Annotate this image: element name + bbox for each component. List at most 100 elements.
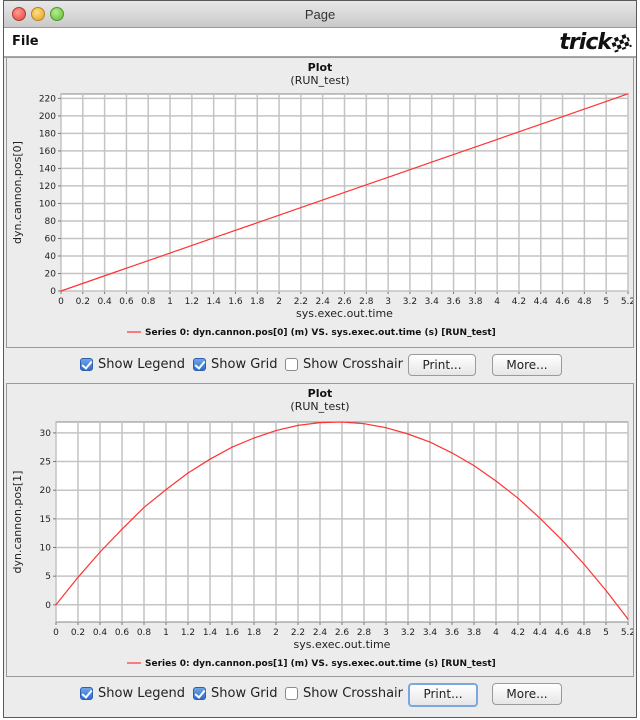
x-tick-label: 2.4 — [313, 628, 328, 638]
data-point — [114, 271, 117, 273]
data-point — [143, 506, 145, 508]
x-tick-label: 4 — [493, 628, 499, 638]
x-tick-label: 2.6 — [335, 628, 350, 638]
x-tick-label: 3.8 — [467, 628, 482, 638]
data-point — [496, 138, 498, 140]
data-point — [60, 290, 62, 292]
x-tick-label: 0.2 — [76, 297, 90, 307]
y-axis-label: dyn.cannon.pos[1] — [11, 471, 24, 574]
x-tick-label: 3.4 — [423, 628, 438, 638]
title-bar: Page — [4, 1, 636, 28]
x-tick-label: 2.8 — [357, 628, 372, 638]
x-tick-label: 1.2 — [181, 628, 195, 638]
x-tick-label: 4.2 — [512, 297, 526, 307]
x-tick-label: 1.4 — [206, 297, 221, 307]
checkbox-icon[interactable] — [285, 358, 298, 371]
window-title: Page — [304, 7, 336, 22]
x-tick-label: 1.8 — [250, 297, 265, 307]
checkbox-icon[interactable] — [193, 358, 206, 371]
data-point — [165, 489, 167, 491]
x-tick-label: 1.6 — [228, 297, 243, 307]
data-point — [332, 195, 335, 197]
trick-logo: trick — [559, 30, 632, 55]
data-point — [627, 93, 629, 95]
data-point — [169, 252, 171, 254]
data-point — [278, 214, 280, 216]
x-tick-label: 3.2 — [401, 628, 415, 638]
checkbox-icon[interactable] — [80, 687, 93, 700]
plot-subtitle: (RUN_test) — [290, 74, 349, 87]
data-point — [121, 528, 123, 530]
x-axis-label: sys.exec.out.time — [294, 638, 391, 651]
checkered-flag-icon — [610, 33, 632, 53]
y-tick-label: 100 — [39, 199, 56, 209]
x-tick-label: 2 — [276, 297, 282, 307]
x-tick-label: 2.2 — [291, 628, 305, 638]
y-tick-label: 15 — [40, 515, 51, 525]
show-grid-label: Show Grid — [211, 357, 278, 372]
data-point — [223, 233, 226, 235]
x-tick-label: 5 — [603, 628, 609, 638]
x-tick-label: 1.8 — [247, 628, 262, 638]
data-point — [583, 563, 585, 565]
x-tick-label: 2.4 — [316, 297, 331, 307]
show-crosshair-checkbox-2[interactable]: Show Crosshair — [285, 686, 403, 701]
plot-panel-1: Plot (RUN_test) 0 0.2 0.4 0.6 0.8 1 1.2 1.4 1.6 1.8… — [6, 57, 634, 348]
x-tick-label: 0.2 — [71, 628, 85, 638]
data-point — [319, 421, 321, 424]
checkbox-icon[interactable] — [193, 687, 206, 700]
data-point — [551, 119, 553, 121]
x-tick-label: 1.4 — [203, 628, 218, 638]
x-tick-label: 2 — [273, 628, 279, 638]
print-button-2[interactable]: Print... — [408, 683, 478, 707]
data-point — [451, 452, 453, 454]
menu-file[interactable]: File — [12, 34, 39, 49]
data-point — [387, 176, 389, 178]
data-point — [187, 472, 189, 474]
checkbox-icon[interactable] — [285, 687, 298, 700]
show-legend-label: Show Legend — [98, 357, 185, 372]
x-tick-label: 3.4 — [425, 297, 440, 307]
x-tick-label: 2.8 — [359, 297, 374, 307]
legend-entry: Series 0: dyn.cannon.pos[1] (m) VS. sys.… — [145, 659, 496, 669]
x-tick-label: 4.6 — [555, 628, 570, 638]
x-tick-label: 4.4 — [534, 297, 549, 307]
data-point — [363, 423, 365, 425]
x-tick-label: 0.8 — [141, 297, 156, 307]
print-button-1[interactable]: Print... — [408, 354, 476, 376]
x-tick-label: 5.2 — [621, 628, 633, 638]
show-grid-checkbox-1[interactable]: Show Grid — [193, 357, 278, 372]
x-tick-label: 5.2 — [621, 297, 633, 307]
x-tick-label: 4 — [494, 297, 500, 307]
app-window: Page File trick Plot (RUN_test) 0 0.2 0.4 0.6… — [3, 0, 637, 718]
more-button-2[interactable]: More... — [492, 683, 562, 705]
x-tick-label: 0.6 — [119, 297, 134, 307]
show-crosshair-checkbox-1[interactable]: Show Crosshair — [285, 357, 403, 372]
y-tick-label: 30 — [40, 429, 52, 439]
show-legend-checkbox-2[interactable]: Show Legend — [80, 686, 185, 701]
plot-1-controls: Show Legend Show Grid Show Crosshair Pri… — [6, 349, 634, 383]
checkbox-icon[interactable] — [80, 358, 93, 371]
y-tick-label: 220 — [39, 94, 56, 104]
x-tick-label: 0 — [58, 297, 64, 307]
data-point — [231, 446, 233, 448]
plot-subtitle: (RUN_test) — [290, 400, 349, 413]
x-tick-label: 2.2 — [294, 297, 308, 307]
x-tick-label: 3.6 — [445, 628, 460, 638]
x-tick-label: 3 — [383, 628, 389, 638]
show-legend-checkbox-1[interactable]: Show Legend — [80, 357, 185, 372]
more-button-1[interactable]: More... — [492, 354, 562, 376]
data-point — [407, 433, 409, 435]
x-tick-label: 0.8 — [137, 628, 152, 638]
y-tick-label: 25 — [40, 458, 51, 468]
x-tick-label: 0 — [53, 628, 59, 638]
x-tick-label: 1.6 — [225, 628, 240, 638]
plot-title: Plot — [308, 387, 333, 400]
data-point — [341, 421, 343, 423]
data-point — [209, 458, 211, 460]
data-point — [627, 618, 629, 620]
show-grid-checkbox-2[interactable]: Show Grid — [193, 686, 278, 701]
x-axis-label: sys.exec.out.time — [296, 307, 393, 320]
data-point — [561, 539, 563, 541]
x-tick-label: 4.2 — [511, 628, 525, 638]
